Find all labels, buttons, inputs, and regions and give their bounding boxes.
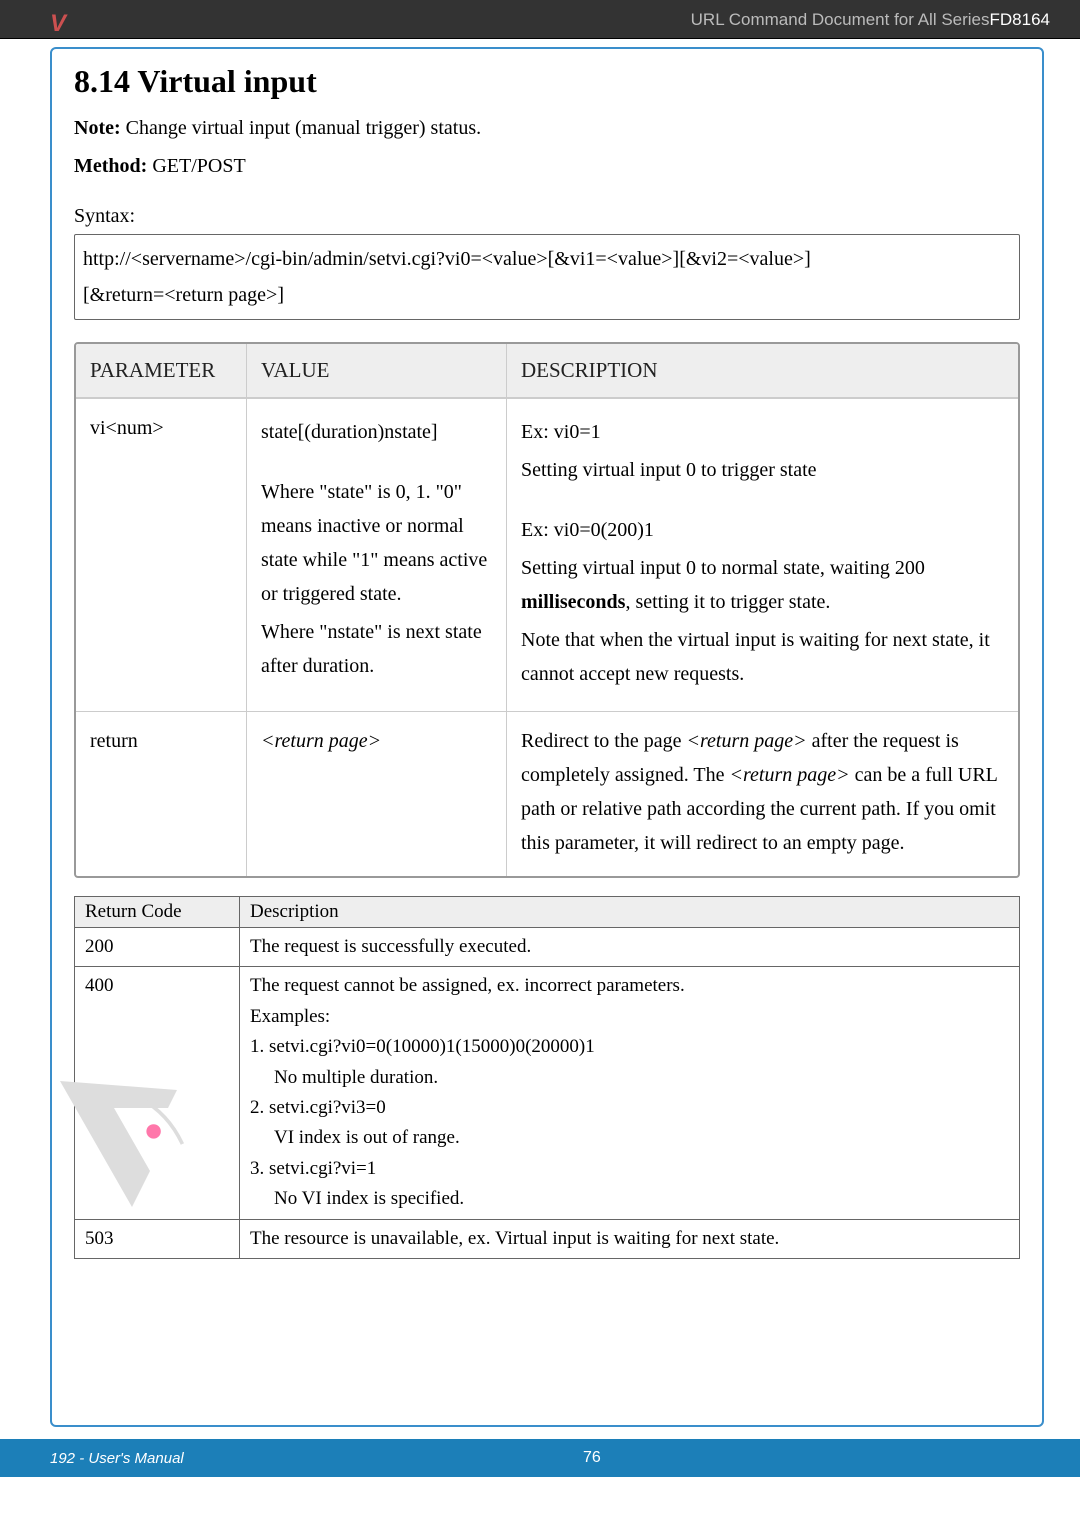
rc-400-code: 400 — [75, 967, 240, 1219]
desc-set2a: Setting virtual input 0 to normal state,… — [521, 557, 925, 579]
th-rc-description: Description — [240, 897, 1020, 928]
table-row: 503 The resource is unavailable, ex. Vir… — [75, 1219, 1020, 1258]
rc400-line3b: No multiple duration. — [250, 1063, 1009, 1093]
return-code-table: Return Code Description 200 The request … — [74, 896, 1020, 1259]
syntax-line-2: [&return=<return page>] — [83, 277, 1011, 313]
table-row: return <return page> Redirect to the pag… — [76, 711, 1018, 876]
method-label: Method: — [74, 155, 147, 177]
header-right-prefix: URL Command Document for All Series — [691, 10, 990, 29]
desc-note: Note that when the virtual input is wait… — [521, 623, 1004, 691]
syntax-label: Syntax: — [74, 200, 1020, 232]
rc-200-code: 200 — [75, 928, 240, 967]
desc-cell-vinum: Ex: vi0=1 Setting virtual input 0 to tri… — [506, 398, 1018, 711]
rc400-line2: Examples: — [250, 1006, 330, 1027]
note-line: Note: Change virtual input (manual trigg… — [74, 112, 1020, 144]
table-row: 200 The request is successfully executed… — [75, 928, 1020, 967]
table-header-row: Return Code Description — [75, 897, 1020, 928]
th-return-code: Return Code — [75, 897, 240, 928]
rc400-line4: 2. setvi.cgi?vi3=0 — [250, 1097, 386, 1118]
syntax-box: http://<servername>/cgi-bin/admin/setvi.… — [74, 234, 1020, 320]
desc-set2: Setting virtual input 0 to normal state,… — [521, 551, 1004, 619]
note-label: Note: — [74, 117, 121, 139]
content-panel: 8.14 Virtual input Note: Change virtual … — [50, 47, 1044, 1427]
value-where2: Where "nstate" is next state after durat… — [261, 615, 492, 683]
table-row: 400 The request cannot be assigned, ex. … — [75, 967, 1020, 1219]
brand-letter: V — [50, 10, 66, 38]
desc-return-a: Redirect to the page — [521, 730, 687, 752]
parameter-table: PARAMETER VALUE DESCRIPTION vi<num> stat… — [74, 342, 1020, 878]
desc-ex1: Ex: vi0=1 — [521, 415, 1004, 449]
desc-cell-return: Redirect to the page <return page> after… — [506, 711, 1018, 876]
rc-200-desc: The request is successfully executed. — [240, 928, 1020, 967]
header-bar: URL Command Document for All SeriesFD816… — [0, 0, 1080, 39]
method-line: Method: GET/POST — [74, 150, 1020, 182]
desc-set1: Setting virtual input 0 to trigger state — [521, 453, 1004, 487]
table-row: vi<num> state[(duration)nstate] Where "s… — [76, 398, 1018, 711]
rc-400-desc: The request cannot be assigned, ex. inco… — [240, 967, 1020, 1219]
method-text: GET/POST — [147, 155, 245, 177]
rc400-line4b: VI index is out of range. — [250, 1123, 1009, 1153]
desc-set2c: , setting it to trigger state. — [625, 591, 830, 613]
value-where1: Where "state" is 0, 1. "0" means inactiv… — [261, 475, 492, 611]
spacer — [261, 453, 492, 471]
rc400-line3: 1. setvi.cgi?vi0=0(10000)1(15000)0(20000… — [250, 1036, 595, 1057]
rc-503-code: 503 — [75, 1219, 240, 1258]
th-description: DESCRIPTION — [506, 344, 1018, 398]
desc-return-b: <return page> — [687, 730, 807, 752]
value-cell-vinum: state[(duration)nstate] Where "state" is… — [246, 398, 506, 711]
footer-bar: 192 - User's Manual 76 — [0, 1439, 1080, 1477]
note-text: Change virtual input (manual trigger) st… — [121, 117, 481, 139]
section-title: 8.14 Virtual input — [74, 63, 1020, 100]
rc-503-desc: The resource is unavailable, ex. Virtual… — [240, 1219, 1020, 1258]
value-cell-return: <return page> — [246, 711, 506, 876]
desc-return-d: <return page> — [729, 764, 849, 786]
desc-set2b: milliseconds — [521, 591, 625, 613]
param-cell-return: return — [76, 711, 246, 876]
th-value: VALUE — [246, 344, 506, 398]
param-cell-vinum: vi<num> — [76, 398, 246, 711]
rc400-line5b: No VI index is specified. — [250, 1184, 1009, 1214]
table-header-row: PARAMETER VALUE DESCRIPTION — [76, 344, 1018, 398]
rc400-line1: The request cannot be assigned, ex. inco… — [250, 975, 685, 996]
rc400-line5: 3. setvi.cgi?vi=1 — [250, 1158, 376, 1179]
header-right-model: FD8164 — [990, 10, 1050, 29]
footer-page-number: 76 — [104, 1449, 1080, 1467]
desc-ex2: Ex: vi0=0(200)1 — [521, 513, 1004, 547]
spacer — [521, 491, 1004, 509]
th-parameter: PARAMETER — [76, 344, 246, 398]
syntax-line-1: http://<servername>/cgi-bin/admin/setvi.… — [83, 241, 1011, 277]
value-main: state[(duration)nstate] — [261, 415, 492, 449]
